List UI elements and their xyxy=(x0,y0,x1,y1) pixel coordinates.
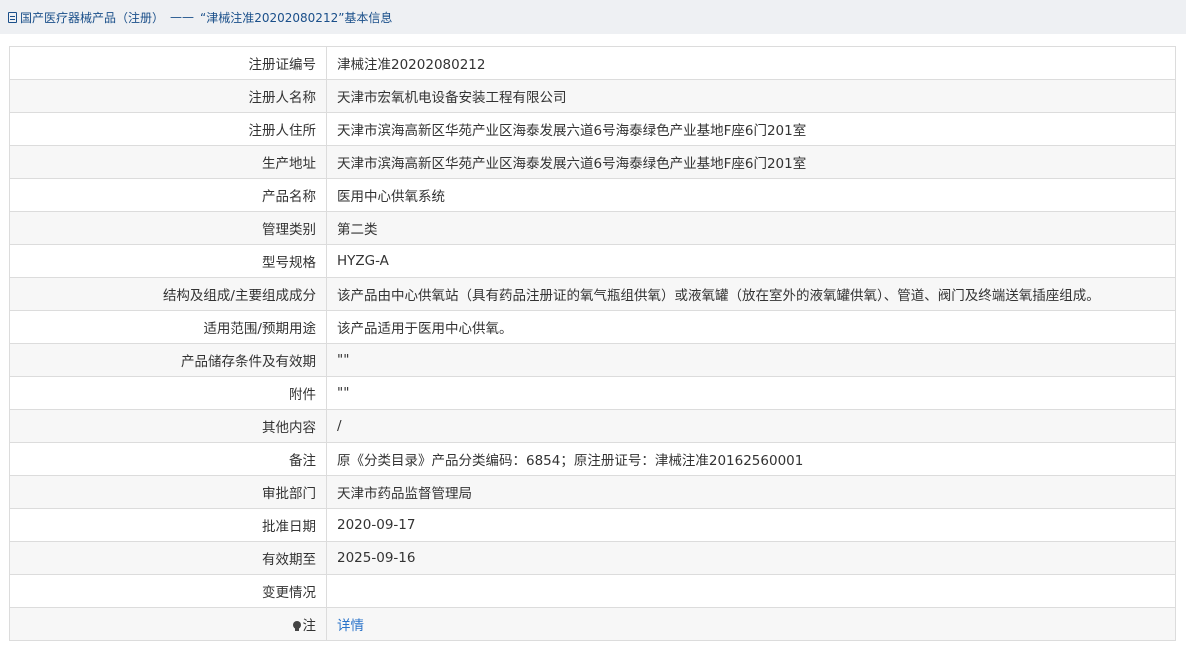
row-label: 产品名称 xyxy=(9,178,327,212)
table-row: 附件 "" xyxy=(9,376,1176,410)
table-row: 变更情况 xyxy=(9,574,1176,608)
breadcrumb-section[interactable]: 国产医疗器械产品（注册） xyxy=(20,9,164,26)
note-row: 注 详情 xyxy=(9,607,1176,641)
lightbulb-icon xyxy=(292,621,301,631)
table-row: 注册人住所 天津市滨海高新区华苑产业区海泰发展六道6号海泰绿色产业基地F座6门20… xyxy=(9,112,1176,146)
row-label: 注册人名称 xyxy=(9,79,327,113)
row-value xyxy=(326,574,1176,608)
details-link[interactable]: 详情 xyxy=(337,618,364,634)
note-label: 注 xyxy=(302,618,317,634)
row-value: 2025-09-16 xyxy=(326,541,1176,575)
table-row: 有效期至 2025-09-16 xyxy=(9,541,1176,575)
row-label: 管理类别 xyxy=(9,211,327,245)
row-label: 有效期至 xyxy=(9,541,327,575)
breadcrumb: 国产医疗器械产品（注册） —— “津械注准20202080212”基本信息 xyxy=(0,0,1186,34)
detail-table: 注册证编号 津械注准20202080212 注册人名称 天津市宏氧机电设备安装工程有… xyxy=(9,46,1176,641)
row-label: 生产地址 xyxy=(9,145,327,179)
table-row: 批准日期 2020-09-17 xyxy=(9,508,1176,542)
row-value: 天津市滨海高新区华苑产业区海泰发展六道6号海泰绿色产业基地F座6门201室 xyxy=(326,112,1176,146)
table-row: 其他内容 / xyxy=(9,409,1176,443)
row-value: 津械注准20202080212 xyxy=(326,46,1176,80)
note-label-cell: 注 xyxy=(9,607,327,641)
row-label: 批准日期 xyxy=(9,508,327,542)
table-row: 注册证编号 津械注准20202080212 xyxy=(9,46,1176,80)
row-value: 原《分类目录》产品分类编码：6854；原注册证号：津械注准20162560001 xyxy=(326,442,1176,476)
row-value: HYZG-A xyxy=(326,244,1176,278)
breadcrumb-record-title: “津械注准20202080212”基本信息 xyxy=(200,10,393,25)
breadcrumb-separator: —— xyxy=(170,10,195,24)
table-row: 管理类别 第二类 xyxy=(9,211,1176,245)
row-value: "" xyxy=(326,376,1176,410)
row-value: 天津市滨海高新区华苑产业区海泰发展六道6号海泰绿色产业基地F座6门201室 xyxy=(326,145,1176,179)
table-row: 结构及组成/主要组成成分 该产品由中心供氧站（具有药品注册证的氧气瓶组供氧）或液氧… xyxy=(9,277,1176,311)
row-value: 天津市宏氧机电设备安装工程有限公司 xyxy=(326,79,1176,113)
row-value: 天津市药品监督管理局 xyxy=(326,475,1176,509)
row-value: 该产品适用于医用中心供氧。 xyxy=(326,310,1176,344)
row-value: 医用中心供氧系统 xyxy=(326,178,1176,212)
table-row: 产品名称 医用中心供氧系统 xyxy=(9,178,1176,212)
row-value: / xyxy=(326,409,1176,443)
table-row: 适用范围/预期用途 该产品适用于医用中心供氧。 xyxy=(9,310,1176,344)
row-label: 其他内容 xyxy=(9,409,327,443)
table-row: 型号规格 HYZG-A xyxy=(9,244,1176,278)
table-row: 审批部门 天津市药品监督管理局 xyxy=(9,475,1176,509)
note-value-cell: 详情 xyxy=(326,607,1176,641)
document-icon xyxy=(8,11,17,23)
table-row: 产品储存条件及有效期 "" xyxy=(9,343,1176,377)
row-label: 适用范围/预期用途 xyxy=(9,310,327,344)
row-label: 附件 xyxy=(9,376,327,410)
row-value: 该产品由中心供氧站（具有药品注册证的氧气瓶组供氧）或液氧罐（放在室外的液氧罐供氧… xyxy=(326,277,1176,311)
row-value: 2020-09-17 xyxy=(326,508,1176,542)
detail-table-container: 注册证编号 津械注准20202080212 注册人名称 天津市宏氧机电设备安装工程有… xyxy=(9,46,1176,641)
row-label: 审批部门 xyxy=(9,475,327,509)
row-label: 产品储存条件及有效期 xyxy=(9,343,327,377)
table-row: 备注 原《分类目录》产品分类编码：6854；原注册证号：津械注准201625600… xyxy=(9,442,1176,476)
row-label: 注册人住所 xyxy=(9,112,327,146)
row-value: 第二类 xyxy=(326,211,1176,245)
table-row: 注册人名称 天津市宏氧机电设备安装工程有限公司 xyxy=(9,79,1176,113)
row-label: 型号规格 xyxy=(9,244,327,278)
table-row: 生产地址 天津市滨海高新区华苑产业区海泰发展六道6号海泰绿色产业基地F座6门201… xyxy=(9,145,1176,179)
row-label: 注册证编号 xyxy=(9,46,327,80)
row-label: 备注 xyxy=(9,442,327,476)
row-value: "" xyxy=(326,343,1176,377)
row-label: 变更情况 xyxy=(9,574,327,608)
row-label: 结构及组成/主要组成成分 xyxy=(9,277,327,311)
